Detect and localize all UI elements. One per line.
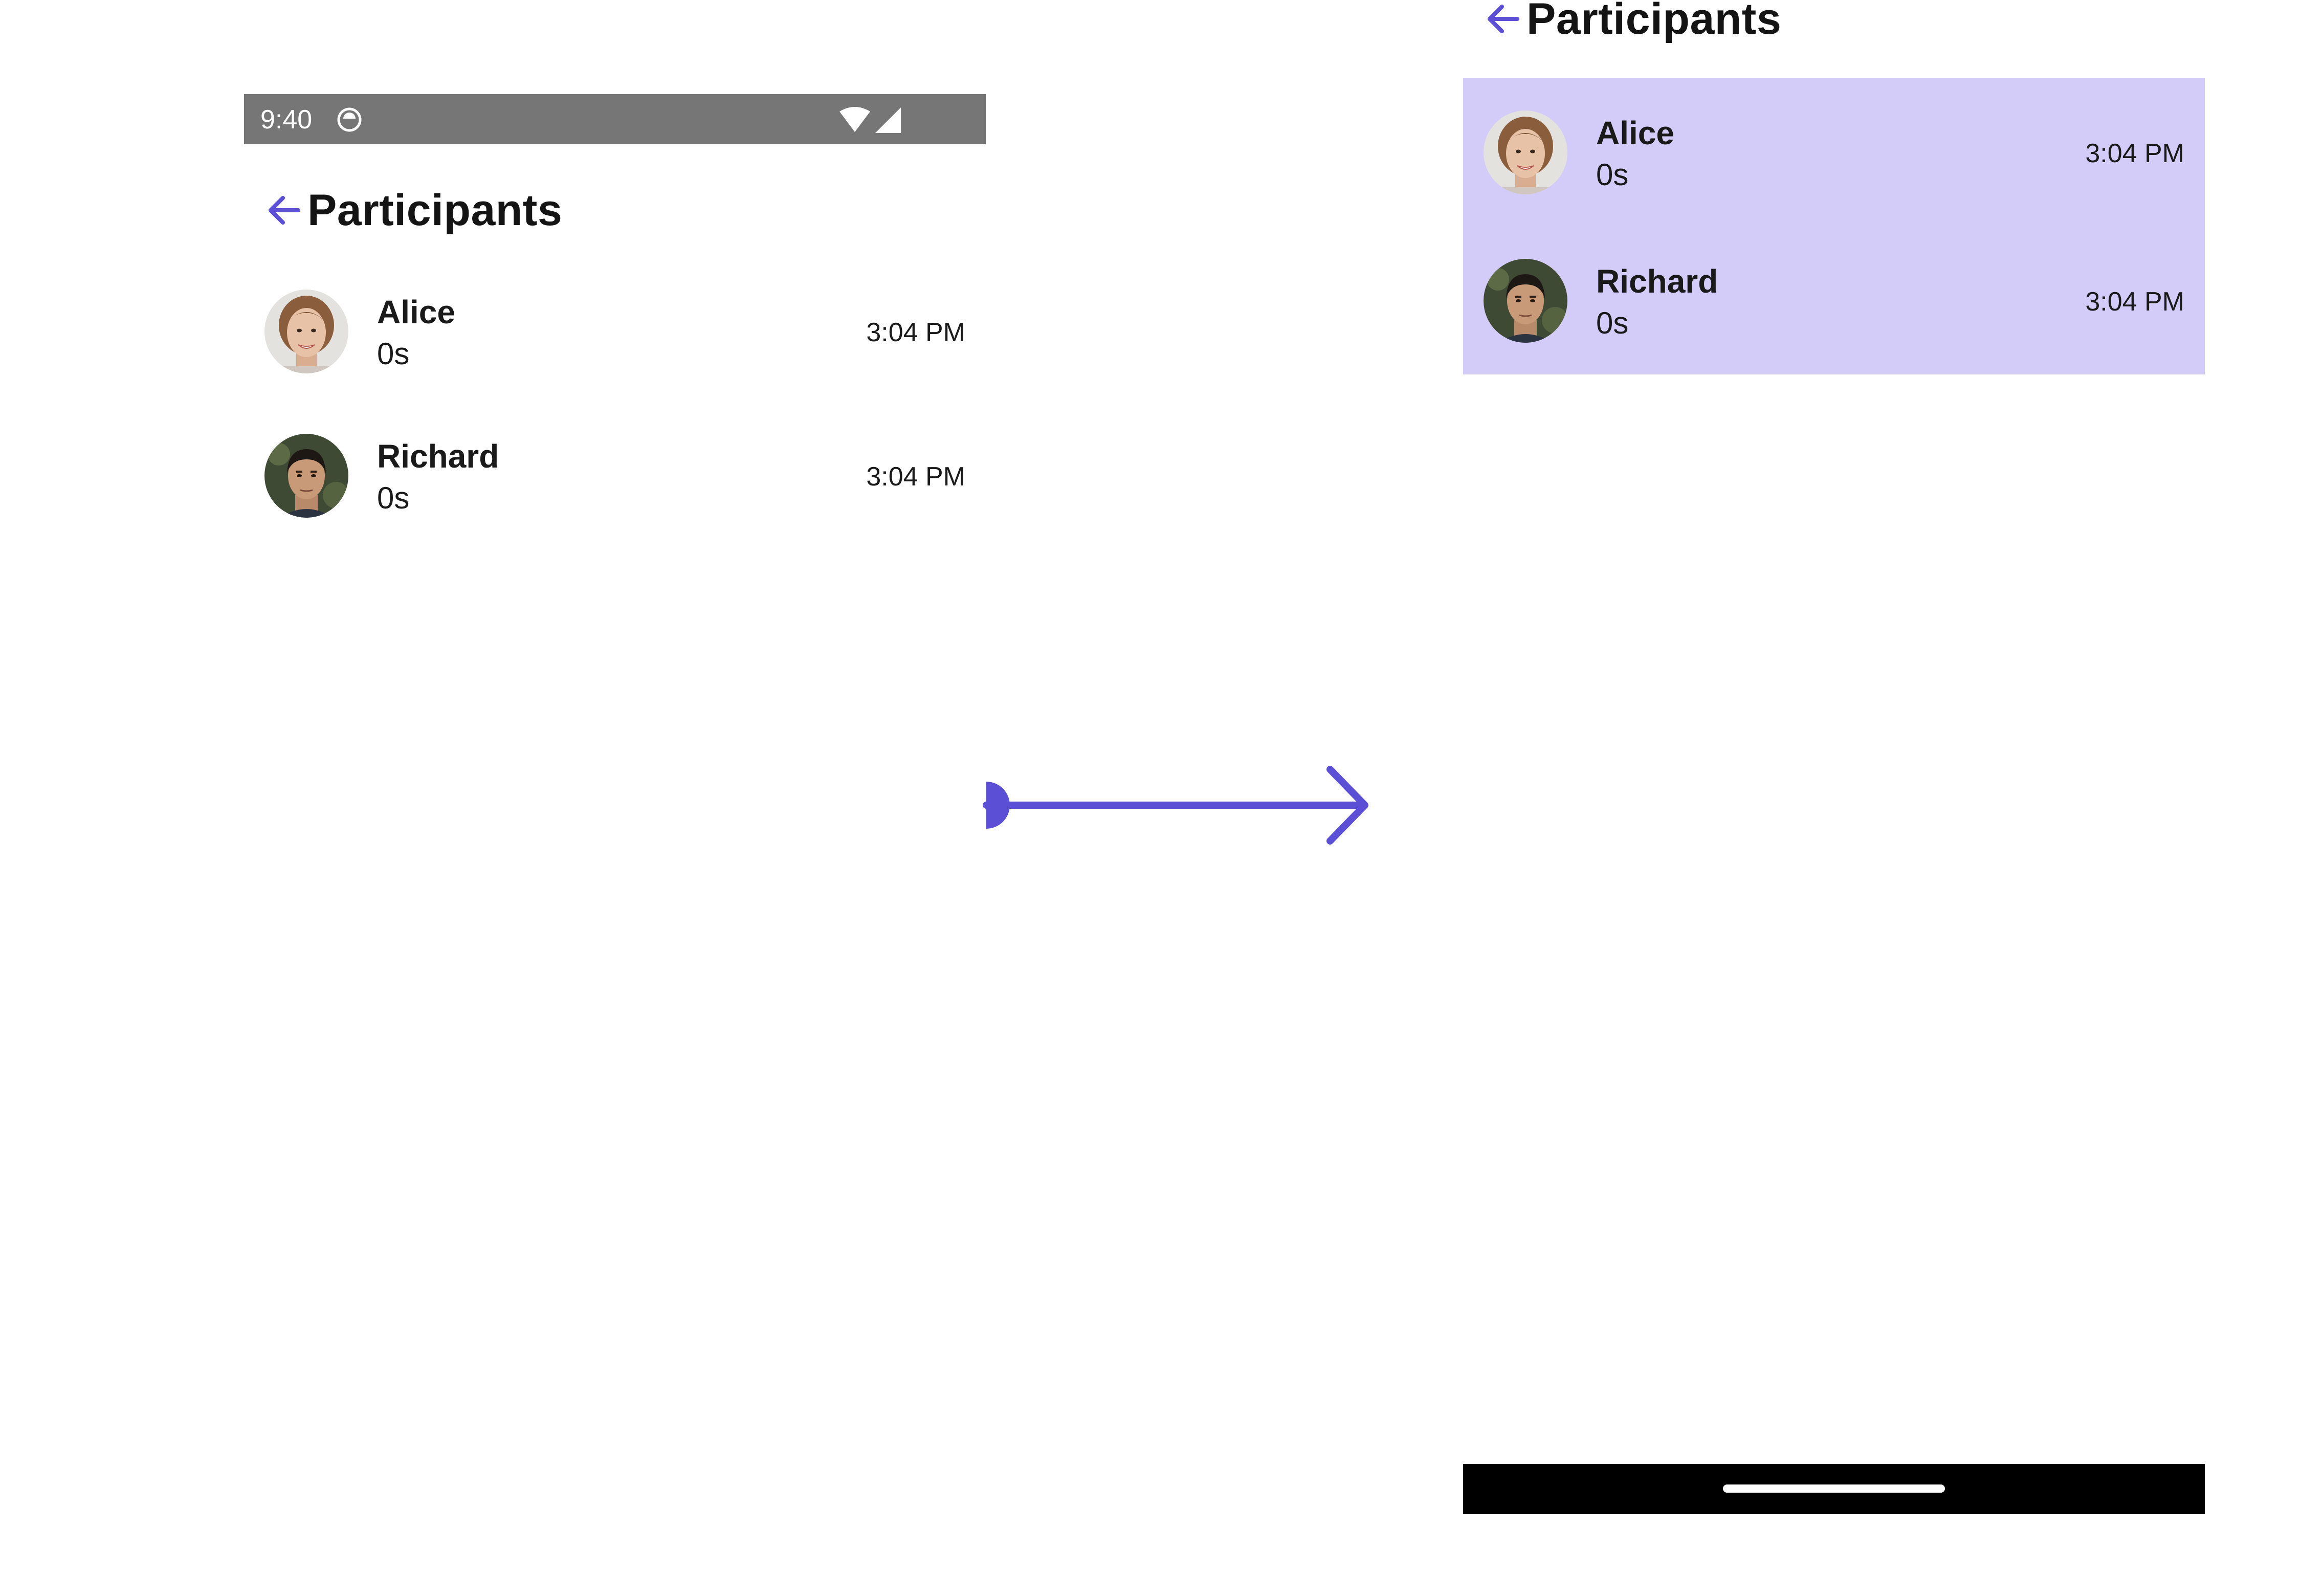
participant-row-richard[interactable]: Richard 0s 3:04 PM [244,434,986,578]
participant-duration: 0s [1596,158,1629,192]
participant-name: Richard [1596,263,1718,300]
participant-time: 3:04 PM [866,462,965,492]
status-bar: 9:40 [244,94,986,144]
participants-screen-after: Participants Alice 0s 3:04 PM Richard 0s… [1463,0,2205,1514]
participant-row-alice[interactable]: Alice 0s 3:04 PM [244,290,986,434]
cellular-signal-icon [875,107,901,133]
avatar-alice [1484,110,1567,194]
app-notification-icon [337,107,362,132]
participant-row-alice[interactable]: Alice 0s 3:04 PM [1463,110,2205,259]
participant-name: Alice [377,294,455,330]
navigation-bar [1463,1464,2205,1514]
app-bar: Participants [264,182,562,238]
wifi-icon [839,107,870,132]
app-bar: Participants [1484,0,1781,47]
avatar-alice [264,290,348,373]
participant-time: 3:04 PM [2085,139,2184,168]
arrow-back-icon[interactable] [1484,0,1523,39]
avatar-richard [1484,259,1567,343]
participant-time: 3:04 PM [866,318,965,347]
participant-duration: 0s [377,337,410,371]
arrow-back-icon[interactable] [264,190,304,230]
participants-screen-before: 9:40 Participants Alice 0s 3:04 PM Richa… [244,94,986,555]
home-indicator[interactable] [1723,1484,1945,1493]
participant-duration: 0s [377,481,410,515]
participant-name: Richard [377,438,499,475]
transition-arrow-icon [983,766,1368,845]
participant-list: Alice 0s 3:04 PM Richard 0s 3:04 PM [1463,110,2205,407]
participant-name: Alice [1596,115,1674,151]
avatar-richard [264,434,348,518]
page-title: Participants [307,185,563,235]
status-time: 9:40 [260,105,313,135]
participant-time: 3:04 PM [2085,287,2184,317]
participant-list: Alice 0s 3:04 PM Richard 0s 3:04 PM [244,290,986,578]
page-title: Participants [1526,0,1782,43]
participant-row-richard[interactable]: Richard 0s 3:04 PM [1463,259,2205,407]
participant-duration: 0s [1596,306,1629,340]
